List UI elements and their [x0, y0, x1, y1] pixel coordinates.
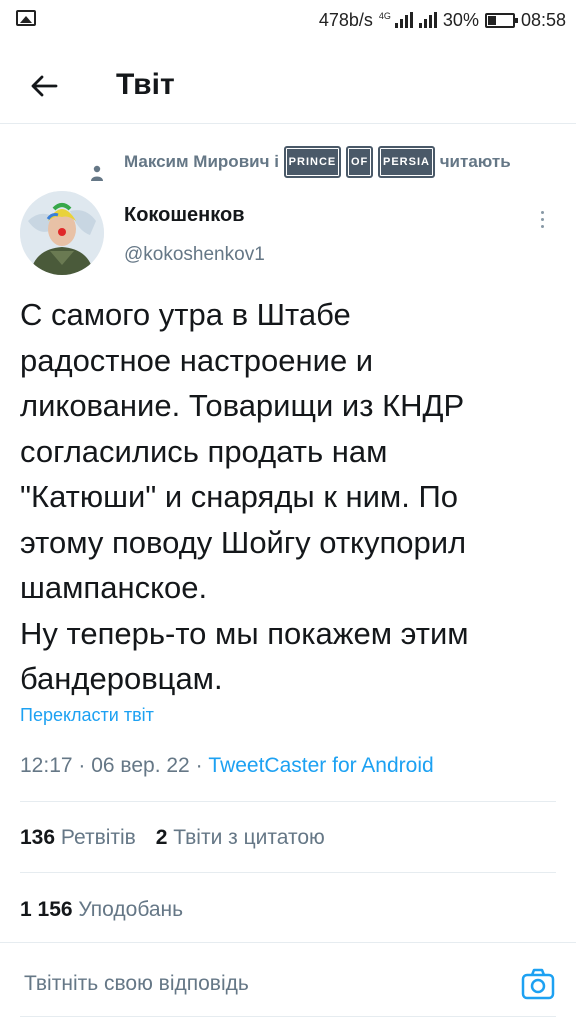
- tweet-time: 12:17: [20, 754, 73, 777]
- tweet-meta: 12:17 · 06 вер. 22 · TweetCaster for And…: [20, 754, 434, 777]
- divider: [20, 1016, 556, 1017]
- divider: [20, 872, 556, 873]
- avatar-image: [20, 191, 104, 275]
- signal-icon: [394, 12, 413, 28]
- network-type: 4G: [378, 11, 391, 21]
- status-bar: 478b/s 4G 30% 08:58: [0, 0, 576, 40]
- battery-icon: [484, 12, 518, 28]
- more-options-button[interactable]: [530, 204, 554, 234]
- back-button[interactable]: [24, 66, 64, 106]
- quotes-label: Твіти з цитатою: [173, 826, 325, 849]
- top-app-bar: Твіт: [0, 48, 576, 124]
- likes-label: Уподобань: [78, 898, 184, 921]
- social-context[interactable]: Максим Мирович і PRINCE OF PERSIA читают…: [124, 146, 524, 178]
- tweet-text: С самого утра в Штабе радостное настроен…: [20, 297, 469, 696]
- more-vertical-icon: [540, 210, 544, 214]
- author-handle[interactable]: @kokoshenkov1: [124, 244, 265, 266]
- camera-button[interactable]: [520, 966, 556, 1002]
- avatar[interactable]: [20, 191, 104, 275]
- author-name[interactable]: Кокошенков: [124, 204, 245, 227]
- emoji-letters-2: OF: [345, 146, 374, 178]
- camera-icon: [521, 968, 555, 1000]
- engagement-stats: 136 Ретвітів 2 Твіти з цитатою: [20, 826, 325, 850]
- reply-input[interactable]: Твітніть свою відповідь: [24, 972, 249, 996]
- arrow-left-icon: [31, 75, 58, 97]
- retweets-label: Ретвітів: [60, 826, 136, 849]
- translate-tweet-link[interactable]: Перекласти твіт: [20, 705, 154, 726]
- retweets-count: 136: [20, 826, 56, 849]
- signal-2-icon: [418, 12, 437, 28]
- likes-count: 1 156: [20, 898, 73, 921]
- social-context-name: Максим Мирович: [124, 152, 270, 171]
- social-context-joiner: і: [274, 152, 279, 171]
- divider: [20, 801, 556, 802]
- divider: [0, 942, 576, 943]
- retweets-stat[interactable]: 136 Ретвітів: [20, 826, 136, 849]
- emoji-letters-1: PRINCE: [283, 146, 342, 178]
- quotes-count: 2: [155, 826, 168, 849]
- emoji-letters-3: PERSIA: [377, 146, 435, 178]
- person-icon: [91, 165, 103, 181]
- battery-percent: 30%: [442, 9, 479, 30]
- network-speed: 478b/s: [318, 9, 373, 30]
- social-context-suffix: читають: [439, 152, 511, 171]
- quotes-stat[interactable]: 2 Твіти з цитатою: [156, 826, 325, 849]
- tweet-date: 06 вер. 22: [91, 754, 190, 777]
- likes-stat[interactable]: 1 156 Уподобань: [20, 898, 183, 922]
- tweet-source-link[interactable]: TweetCaster for Android: [208, 754, 433, 777]
- clock: 08:58: [520, 9, 566, 30]
- status-right: 478b/s 4G 30% 08:58: [319, 7, 566, 33]
- page-title: Твіт: [116, 68, 175, 101]
- image-notification-icon: [16, 10, 36, 26]
